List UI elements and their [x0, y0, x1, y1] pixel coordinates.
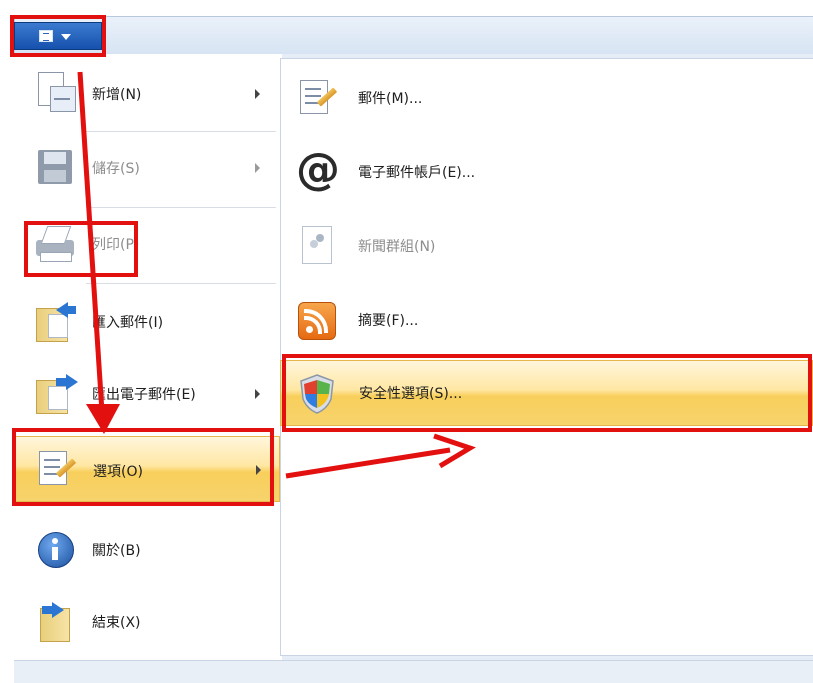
- menu-footer: [14, 660, 813, 683]
- menu-item-label: 匯入郵件(I): [92, 315, 164, 331]
- menu-item-about[interactable]: 關於(B): [14, 514, 280, 586]
- submenu-arrow-icon: [255, 389, 260, 399]
- info-icon: [34, 528, 76, 570]
- submenu-item-label: 新聞群組(N): [358, 239, 436, 255]
- menu-item-save[interactable]: 儲存(S): [14, 132, 280, 204]
- mail-options-icon: [296, 78, 338, 118]
- menu-item-export-mail[interactable]: 匯出電子郵件(E): [14, 358, 280, 430]
- submenu-arrow-icon: [255, 163, 260, 173]
- menu-item-label: 新增(N): [92, 87, 142, 103]
- floppy-disk-icon: [34, 146, 76, 188]
- menu-item-exit[interactable]: 結束(X): [14, 586, 280, 658]
- import-folder-icon: [34, 300, 76, 342]
- annotation-box-print: [24, 221, 138, 277]
- menu-item-label: 儲存(S): [92, 161, 140, 177]
- submenu-item-mail[interactable]: 郵件(M)...: [280, 66, 813, 130]
- new-document-icon: [34, 72, 76, 114]
- menu-item-label: 關於(B): [92, 543, 141, 559]
- submenu-item-feeds[interactable]: 摘要(F)...: [280, 288, 813, 352]
- newsgroup-icon: [296, 226, 336, 266]
- annotation-box-security: [282, 354, 812, 432]
- at-sign-icon: @: [296, 144, 340, 195]
- menu-item-new[interactable]: 新增(N): [14, 58, 280, 130]
- rss-feed-icon: [296, 300, 336, 340]
- submenu-item-label: 摘要(F)...: [358, 313, 419, 329]
- title-bar: [14, 16, 813, 54]
- export-folder-icon: [34, 372, 78, 414]
- mail-window: 新增(N) 儲存(S) 列印(P) 匯入郵件(I) 匯出電子郵件(E) 選項(O…: [0, 0, 813, 683]
- annotation-box-app-button: [10, 15, 106, 57]
- submenu-item-email-accounts[interactable]: @ 電子郵件帳戶(E)...: [280, 140, 813, 204]
- exit-folder-icon: [34, 600, 76, 642]
- submenu-item-label: 郵件(M)...: [358, 91, 423, 107]
- submenu-arrow-icon: [255, 89, 260, 99]
- menu-item-label: 結束(X): [92, 615, 141, 631]
- submenu-item-label: 電子郵件帳戶(E)...: [358, 165, 476, 181]
- menu-item-import-mail[interactable]: 匯入郵件(I): [14, 286, 280, 358]
- menu-item-label: 匯出電子郵件(E): [92, 387, 196, 403]
- submenu-item-newsgroups[interactable]: 新聞群組(N): [280, 214, 813, 278]
- annotation-box-options: [12, 428, 274, 506]
